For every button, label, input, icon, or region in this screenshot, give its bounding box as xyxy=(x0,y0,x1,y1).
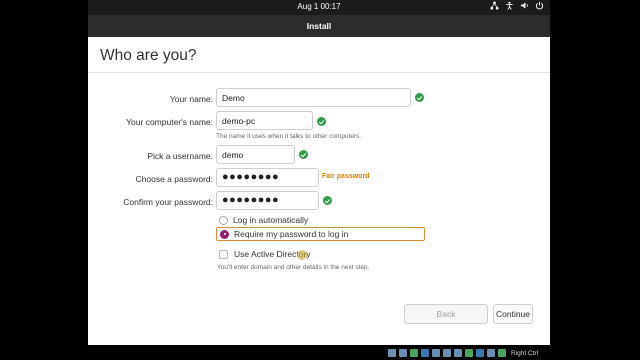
password-field[interactable]: ●●●●●●●● xyxy=(216,168,319,187)
clock[interactable]: Aug 1 00:17 xyxy=(88,2,550,11)
installer-screen: Aug 1 00:17 Install Who are you? Your na… xyxy=(88,0,550,345)
confirm-password-label: Confirm your password: xyxy=(123,197,213,207)
optical-drive-icon[interactable] xyxy=(399,349,407,357)
display-icon[interactable] xyxy=(454,349,462,357)
confirm-password-field[interactable]: ●●●●●●●● xyxy=(216,191,319,210)
page-title: Who are you? xyxy=(100,47,197,64)
name-field[interactable]: Demo xyxy=(216,88,411,107)
system-tray[interactable] xyxy=(490,1,544,10)
volume-icon xyxy=(520,2,528,9)
usb-icon[interactable] xyxy=(432,349,440,357)
login-automatically-label: Log in automatically xyxy=(233,215,309,225)
recording-icon[interactable] xyxy=(465,349,473,357)
name-valid-icon xyxy=(415,93,424,102)
login-automatically-option[interactable]: Log in automatically xyxy=(219,213,308,227)
name-label: Your name: xyxy=(169,94,213,104)
power-icon xyxy=(535,1,544,10)
username-field[interactable]: demo xyxy=(216,145,295,164)
computer-name-field[interactable]: demo-pc xyxy=(216,111,313,130)
require-password-label: Require my password to log in xyxy=(234,229,349,239)
computer-name-hint: The name it uses when it talks to other … xyxy=(216,133,362,140)
mouse-integration-icon[interactable] xyxy=(487,349,495,357)
keyboard-icon[interactable] xyxy=(498,349,506,357)
confirm-password-valid-icon xyxy=(323,196,332,205)
username-valid-icon xyxy=(299,150,308,159)
accessibility-icon xyxy=(506,1,513,10)
network-adapter-icon[interactable] xyxy=(421,349,429,357)
vm-status-bar: Right Ctrl xyxy=(388,346,640,360)
title-divider xyxy=(88,72,550,73)
disk-icon[interactable] xyxy=(388,349,396,357)
radio-button-selected[interactable] xyxy=(220,229,229,239)
computer-name-valid-icon xyxy=(317,117,326,126)
mouse-cursor-indicator xyxy=(297,250,307,260)
radio-button[interactable] xyxy=(219,215,228,225)
host-key-label: Right Ctrl xyxy=(511,349,539,357)
username-label: Pick a username: xyxy=(147,151,213,161)
require-password-option[interactable]: Require my password to log in xyxy=(216,227,425,241)
window-title: Install xyxy=(88,15,550,37)
top-bar: Aug 1 00:17 xyxy=(88,0,550,15)
shared-folder-icon[interactable] xyxy=(443,349,451,357)
audio-icon[interactable] xyxy=(410,349,418,357)
computer-name-label: Your computer's name: xyxy=(126,117,213,127)
password-strength: Fair password xyxy=(322,173,370,180)
back-button[interactable]: Back xyxy=(404,304,488,324)
continue-button[interactable]: Continue xyxy=(493,304,533,324)
active-directory-hint: You'll enter domain and other details in… xyxy=(217,264,370,271)
cpu-icon[interactable] xyxy=(476,349,484,357)
active-directory-checkbox[interactable] xyxy=(219,249,228,259)
password-label: Choose a password: xyxy=(135,174,214,184)
network-icon xyxy=(490,1,499,10)
